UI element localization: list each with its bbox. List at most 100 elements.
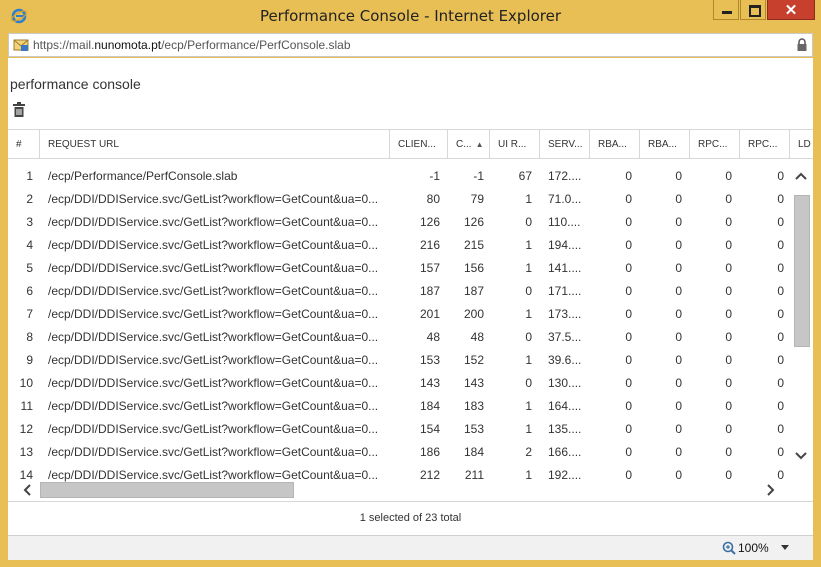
- zoom-icon[interactable]: [722, 541, 736, 555]
- trash-icon[interactable]: [12, 102, 26, 118]
- row-rba-1: 0: [625, 399, 632, 413]
- row-client: 80: [426, 192, 440, 206]
- page-content: performance console # REQUEST URL CLIEN.…: [8, 58, 813, 535]
- table-row[interactable]: 1/ecp/Performance/PerfConsole.slab -1 -1 67…: [8, 165, 788, 188]
- row-rpc-2: 0: [777, 399, 784, 413]
- scroll-up-icon[interactable]: [795, 171, 807, 181]
- row-ui-r: 1: [525, 399, 532, 413]
- column-header-rba-1[interactable]: RBA...: [590, 130, 640, 159]
- window-title: Performance Console - Internet Explorer: [259, 7, 562, 25]
- table-row[interactable]: 2/ecp/DDI/DDIService.svc/GetList?workflo…: [8, 188, 788, 211]
- column-header-c[interactable]: C... ▲: [448, 130, 490, 159]
- column-header-ld[interactable]: LD: [790, 130, 813, 159]
- row-index: 12: [19, 422, 33, 436]
- row-rpc-2: 0: [777, 169, 784, 183]
- table-row[interactable]: 13/ecp/DDI/DDIService.svc/GetList?workfl…: [8, 441, 788, 464]
- scroll-right-icon[interactable]: [766, 484, 776, 496]
- row-server: 164....: [548, 399, 582, 413]
- row-request-url: /ecp/DDI/DDIService.svc/GetList?workflow…: [48, 399, 379, 413]
- table-row[interactable]: 11/ecp/DDI/DDIService.svc/GetList?workfl…: [8, 395, 788, 418]
- maximize-button[interactable]: [740, 0, 766, 20]
- row-rba-2: 0: [675, 169, 682, 183]
- title-bar[interactable]: Performance Console - Internet Explorer …: [0, 0, 821, 32]
- row-rba-1: 0: [625, 261, 632, 275]
- table-row[interactable]: 8/ecp/DDI/DDIService.svc/GetList?workflo…: [8, 326, 788, 349]
- column-header-request-url[interactable]: REQUEST URL: [40, 130, 390, 159]
- address-bar[interactable]: https://mail.nunomota.pt/ecp/Performance…: [8, 33, 813, 57]
- row-client: 216: [419, 238, 440, 252]
- row-server: 130....: [548, 376, 582, 390]
- table-row[interactable]: 4/ecp/DDI/DDIService.svc/GetList?workflo…: [8, 234, 788, 257]
- row-request-url: /ecp/DDI/DDIService.svc/GetList?workflow…: [48, 422, 379, 436]
- table-row[interactable]: 3/ecp/DDI/DDIService.svc/GetList?workflo…: [8, 211, 788, 234]
- column-header-client[interactable]: CLIEN...: [390, 130, 448, 159]
- address-prefix: https://mail.: [33, 38, 95, 52]
- table-row[interactable]: 9/ecp/DDI/DDIService.svc/GetList?workflo…: [8, 349, 788, 372]
- lock-icon[interactable]: [796, 38, 808, 52]
- row-rba-1: 0: [625, 284, 632, 298]
- zoom-level[interactable]: 100%: [738, 541, 769, 555]
- row-server: 71.0...: [548, 192, 582, 206]
- row-ui-r: 1: [525, 238, 532, 252]
- horizontal-scrollbar[interactable]: [8, 480, 791, 499]
- table-row[interactable]: 7/ecp/DDI/DDIService.svc/GetList?workflo…: [8, 303, 788, 326]
- row-index: 7: [26, 307, 33, 321]
- table-row[interactable]: 6/ecp/DDI/DDIService.svc/GetList?workflo…: [8, 280, 788, 303]
- close-button[interactable]: ✕: [767, 0, 815, 20]
- row-request-url: /ecp/DDI/DDIService.svc/GetList?workflow…: [48, 261, 379, 275]
- row-c: 48: [470, 330, 484, 344]
- row-server: 171....: [548, 284, 582, 298]
- row-request-url: /ecp/DDI/DDIService.svc/GetList?workflow…: [48, 330, 379, 344]
- column-header-rpc-2[interactable]: RPC...: [740, 130, 790, 159]
- row-rpc-1: 0: [725, 307, 732, 321]
- scroll-left-icon[interactable]: [22, 484, 32, 496]
- row-client: 143: [419, 376, 440, 390]
- table-row[interactable]: 10/ecp/DDI/DDIService.svc/GetList?workfl…: [8, 372, 788, 395]
- row-client: 187: [419, 284, 440, 298]
- column-header-server[interactable]: SERV...: [540, 130, 590, 159]
- row-index: 1: [26, 169, 33, 183]
- row-rba-2: 0: [675, 353, 682, 367]
- row-index: 11: [20, 399, 33, 413]
- row-rba-2: 0: [675, 284, 682, 298]
- row-c: 156: [463, 261, 484, 275]
- row-index: 3: [26, 215, 33, 229]
- row-index: 2: [26, 192, 33, 206]
- row-ui-r: 1: [525, 353, 532, 367]
- row-ui-r: 2: [525, 445, 532, 459]
- request-grid[interactable]: # REQUEST URL CLIEN... C... ▲ UI R... SER…: [8, 129, 813, 499]
- row-rpc-1: 0: [725, 376, 732, 390]
- horizontal-scroll-thumb[interactable]: [40, 482, 294, 498]
- vertical-scroll-thumb[interactable]: [794, 195, 810, 347]
- column-header-ui-r[interactable]: UI R...: [490, 130, 540, 159]
- selection-status: 1 selected of 23 total: [359, 512, 462, 524]
- column-header-rpc-1[interactable]: RPC...: [690, 130, 740, 159]
- row-rba-1: 0: [625, 376, 632, 390]
- row-ui-r: 0: [525, 284, 532, 298]
- row-rba-2: 0: [675, 215, 682, 229]
- row-request-url: /ecp/DDI/DDIService.svc/GetList?workflow…: [48, 353, 379, 367]
- row-rpc-2: 0: [777, 376, 784, 390]
- row-rpc-2: 0: [777, 353, 784, 367]
- table-row[interactable]: 5/ecp/DDI/DDIService.svc/GetList?workflo…: [8, 257, 788, 280]
- row-client: 157: [419, 261, 440, 275]
- row-index: 8: [26, 330, 33, 344]
- row-c: 215: [463, 238, 484, 252]
- row-server: 37.5...: [548, 330, 582, 344]
- row-rpc-1: 0: [725, 192, 732, 206]
- row-ui-r: 0: [525, 215, 532, 229]
- vertical-scrollbar[interactable]: [791, 165, 813, 465]
- mail-page-icon: [13, 39, 29, 51]
- scroll-down-icon[interactable]: [795, 451, 807, 461]
- row-client: 154: [419, 422, 440, 436]
- table-row[interactable]: 12/ecp/DDI/DDIService.svc/GetList?workfl…: [8, 418, 788, 441]
- minimize-button[interactable]: [713, 0, 739, 20]
- row-rba-1: 0: [625, 169, 632, 183]
- close-icon: ✕: [784, 2, 798, 19]
- zoom-dropdown-icon[interactable]: [781, 545, 789, 550]
- row-server: 173....: [548, 307, 582, 321]
- column-header-index[interactable]: #: [8, 130, 40, 159]
- column-header-rba-2[interactable]: RBA...: [640, 130, 690, 159]
- grid-footer: 1 selected of 23 total: [8, 501, 813, 536]
- row-rba-1: 0: [625, 353, 632, 367]
